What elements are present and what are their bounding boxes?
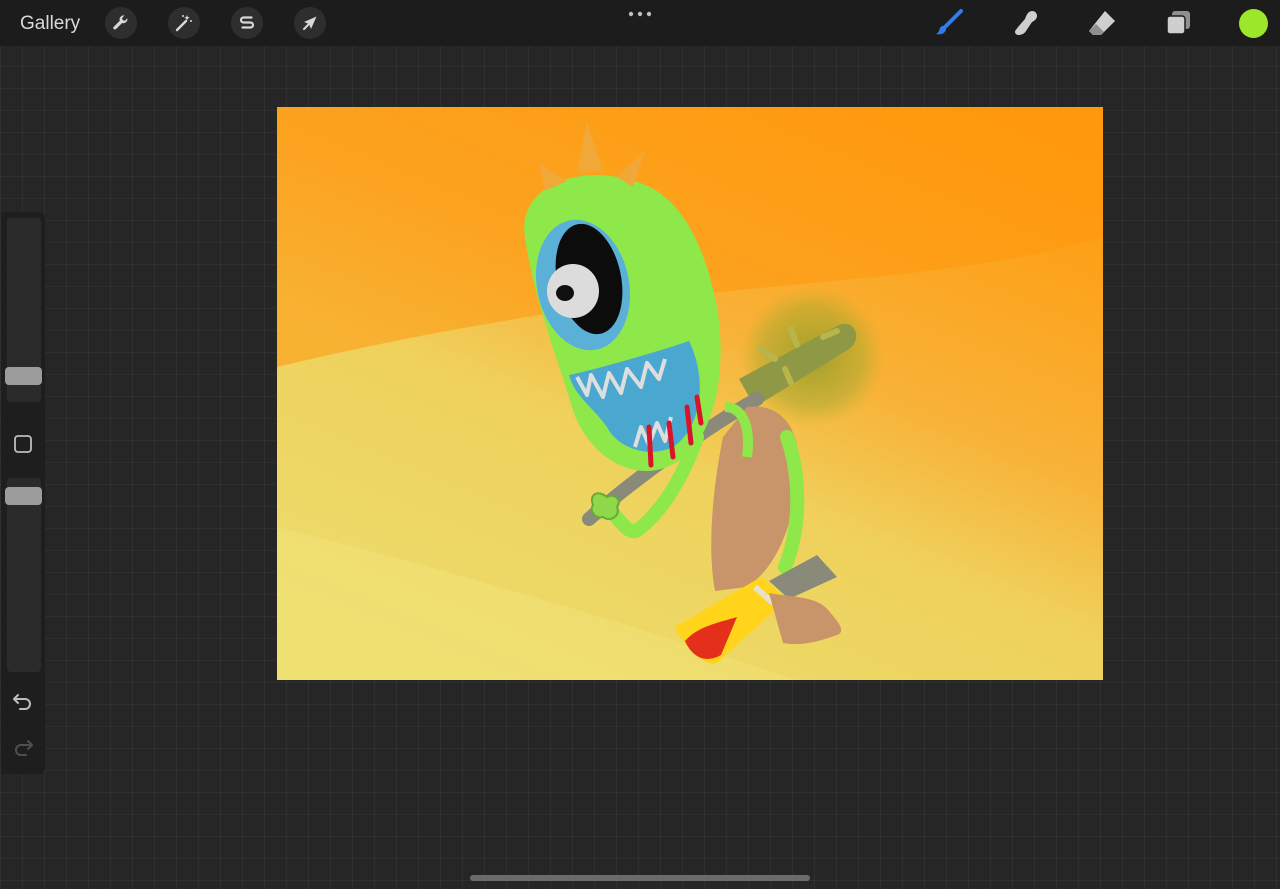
opacity-handle[interactable] — [5, 486, 42, 505]
more-options-button[interactable] — [624, 6, 656, 22]
actions-button[interactable] — [105, 7, 137, 39]
drawing-canvas[interactable] — [277, 107, 1103, 680]
more-dots-icon — [628, 11, 652, 17]
wrench-icon — [113, 15, 128, 30]
gallery-button[interactable]: Gallery — [20, 12, 80, 36]
eraser-tool-button[interactable] — [1085, 6, 1119, 40]
layers-icon — [1166, 11, 1190, 35]
artwork — [277, 107, 1103, 680]
left-sidebar — [1, 212, 45, 774]
opacity-slider[interactable] — [7, 478, 41, 672]
brush-tool-button[interactable] — [932, 6, 966, 40]
modify-button[interactable] — [13, 434, 33, 454]
redo-button[interactable] — [11, 735, 35, 759]
square-modify-icon — [14, 435, 32, 453]
selection-button[interactable] — [231, 7, 263, 39]
arrow-cursor-icon — [303, 16, 317, 30]
eraser-icon — [1089, 11, 1115, 35]
selection-s-icon — [239, 16, 255, 29]
adjustments-button[interactable] — [168, 7, 200, 39]
brush-icon — [936, 9, 963, 35]
redo-icon — [15, 740, 33, 756]
smudge-tool-button[interactable] — [1009, 6, 1043, 40]
magic-wand-icon — [175, 15, 192, 32]
brush-size-handle[interactable] — [5, 367, 42, 386]
top-toolbar: Gallery — [0, 0, 1280, 46]
transform-button[interactable] — [294, 7, 326, 39]
color-picker-button[interactable] — [1239, 9, 1268, 38]
undo-icon — [13, 694, 31, 710]
smudge-icon — [1015, 11, 1037, 35]
layers-button[interactable] — [1161, 6, 1195, 40]
undo-button[interactable] — [11, 689, 35, 713]
home-indicator[interactable] — [470, 875, 810, 881]
